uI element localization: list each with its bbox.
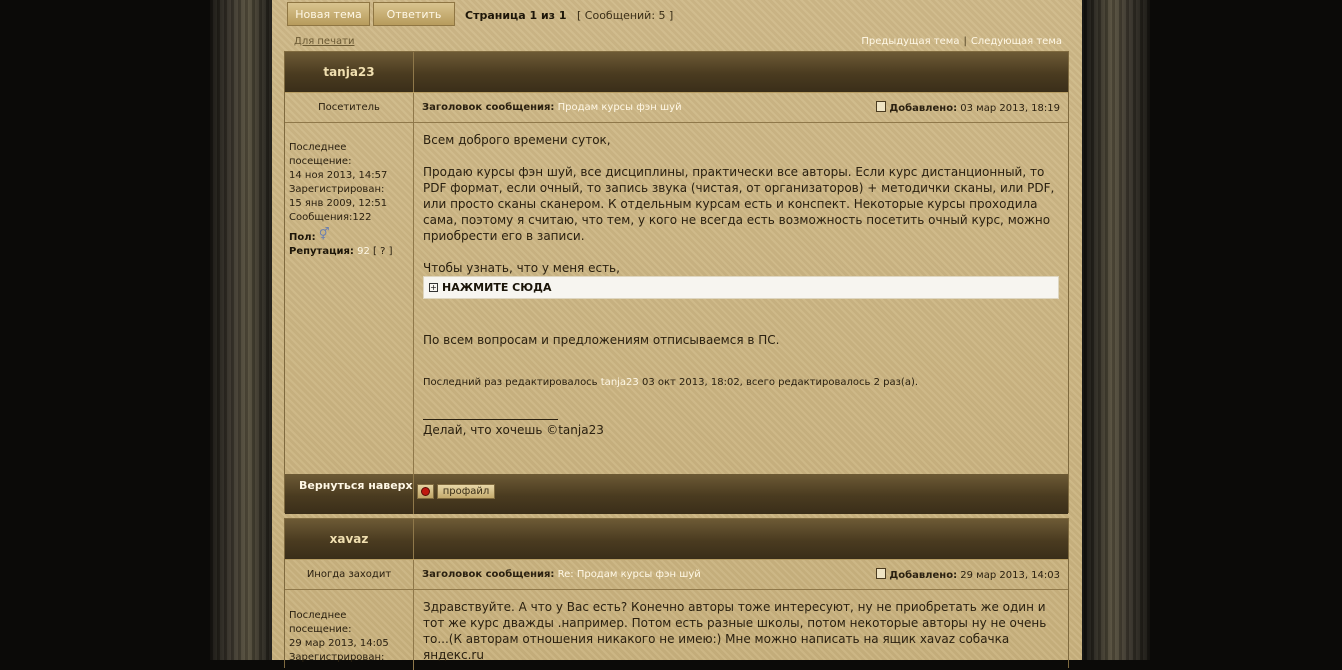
post-author[interactable]: xavaz — [285, 532, 413, 546]
post-link-icon[interactable] — [876, 568, 887, 579]
post-count: [ Сообщений: 5 ] — [577, 9, 674, 22]
reputation-value[interactable]: 92 — [357, 246, 370, 257]
post-header: tanja23 — [285, 52, 1068, 93]
author-info: Последнее посещение: 14 ноя 2013, 14:57 … — [289, 142, 393, 257]
post-link-icon[interactable] — [876, 101, 887, 112]
gender-icon: ⚥ — [318, 227, 330, 241]
new-topic-button[interactable]: Новая тема — [287, 2, 370, 26]
signature: Делай, что хочешь ©tanja23 — [423, 423, 604, 437]
post-table: xavaz Иногда заходит Заголовок сообщения… — [284, 518, 1069, 670]
signature-divider — [423, 419, 558, 420]
topic-navigation: Предыдущая тема | Следующая тема — [861, 36, 1062, 47]
pm-icon — [421, 487, 430, 496]
post-subject: Заголовок сообщения: Re: Продам курсы фэ… — [422, 569, 701, 580]
post-header: xavaz — [285, 519, 1068, 560]
editor-link[interactable]: tanja23 — [601, 377, 639, 388]
post-subject-link[interactable]: Продам курсы фэн шуй — [558, 102, 682, 113]
reputation-help[interactable]: [ ? ] — [373, 246, 392, 257]
next-topic-link[interactable]: Следующая тема — [971, 36, 1062, 47]
post-body: Здравствуйте. А что у Вас есть? Конечно … — [423, 600, 1047, 662]
spoiler-toggle[interactable]: + НАЖМИТЕ СЮДА — [423, 276, 1059, 299]
post-body-closing: По всем вопросам и предложениям отписыва… — [423, 333, 780, 347]
nav-separator: | — [963, 36, 967, 47]
forum-topic-page: Новая тема Ответить Страница 1 из 1 [ Со… — [272, 0, 1082, 670]
author-rank: Посетитель — [318, 102, 380, 113]
expand-icon: + — [429, 283, 438, 292]
author-info: Последнее посещение: 29 мар 2013, 14:05 … — [289, 610, 389, 663]
prev-topic-link[interactable]: Предыдущая тема — [861, 36, 959, 47]
post-date: Добавлено: 03 мар 2013, 18:19 — [876, 101, 1060, 114]
back-to-top-link[interactable]: Вернуться наверх — [285, 479, 413, 493]
post-footer: Вернуться наверх профайл — [285, 474, 1068, 514]
page-info: Страница 1 из 1 — [465, 9, 567, 22]
pm-button[interactable] — [417, 484, 434, 499]
left-border-decoration — [210, 0, 278, 660]
author-rank: Иногда заходит — [306, 569, 392, 580]
profile-button[interactable]: профайл — [437, 484, 495, 499]
print-link[interactable]: Для печати — [294, 36, 354, 47]
reply-button[interactable]: Ответить — [373, 2, 455, 26]
right-border-decoration — [1082, 0, 1150, 660]
post-subject-link[interactable]: Re: Продам курсы фэн шуй — [558, 569, 701, 580]
post-table: tanja23 Посетитель Заголовок сообщения: … — [284, 51, 1069, 514]
edit-notice: Последний раз редактировалось tanja23 03… — [423, 377, 919, 388]
post-subject: Заголовок сообщения: Продам курсы фэн шу… — [422, 102, 682, 113]
post-date: Добавлено: 29 мар 2013, 14:03 — [876, 568, 1060, 581]
post-body: Всем доброго времени суток, Продаю курсы… — [423, 133, 1055, 275]
post-author[interactable]: tanja23 — [285, 65, 413, 79]
